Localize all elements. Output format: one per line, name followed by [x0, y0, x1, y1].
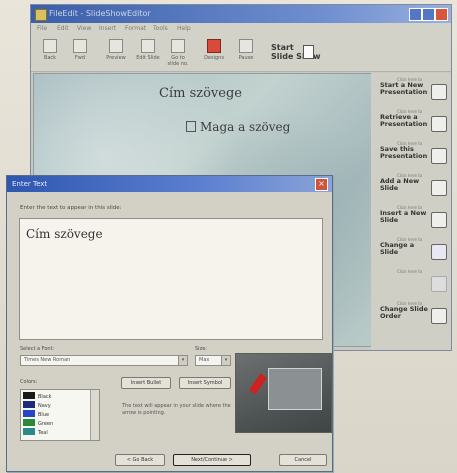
new-presentation-button[interactable]: Click here to Start a New Presentation: [375, 77, 449, 107]
chevron-down-icon: ▾: [178, 356, 187, 365]
font-select[interactable]: Times New Roman ▾: [20, 355, 188, 366]
edit-slide-icon: [141, 39, 155, 53]
designs-icon: [207, 39, 221, 53]
save-presentation-button[interactable]: Click here to Save this Presentation: [375, 141, 449, 171]
forward-arrow-icon: [73, 39, 87, 53]
retrieve-presentation-button[interactable]: Click here to Retrieve a Presentation: [375, 109, 449, 139]
preview-slide: [268, 368, 322, 410]
bullet-icon: [186, 121, 196, 132]
minimize-button[interactable]: [409, 8, 422, 21]
color-swatch: [23, 428, 35, 435]
disabled-action-icon: [431, 276, 447, 292]
menu-edit[interactable]: Edit: [57, 25, 69, 32]
colors-list[interactable]: Black Navy Blue Green Teal: [20, 389, 100, 441]
dialog-instruction: Enter the text to appear in this slide:: [20, 205, 122, 211]
close-button[interactable]: [435, 8, 448, 21]
size-select-value: Max: [199, 357, 210, 363]
pointer-arrow-icon: [248, 373, 268, 395]
dialog-title: Enter Text: [12, 180, 48, 188]
slide-order-icon: [431, 308, 447, 324]
main-titlebar: FileEdit - SlideShowEditor: [31, 5, 451, 23]
menu-file[interactable]: File: [37, 25, 47, 32]
goto-slide-icon: [171, 39, 185, 53]
edit-slide-button[interactable]: Edit Slide: [135, 39, 161, 61]
next-continue-button[interactable]: Next/Continue >: [173, 454, 251, 466]
slide-text-input[interactable]: Cím szövege: [19, 218, 323, 340]
app-icon: [35, 9, 47, 21]
menu-view[interactable]: View: [77, 25, 91, 32]
color-swatch: [23, 410, 35, 417]
menu-insert[interactable]: Insert: [99, 25, 116, 32]
menu-format[interactable]: Format: [125, 25, 146, 32]
menu-help[interactable]: Help: [177, 25, 191, 32]
color-swatch: [23, 419, 35, 426]
dialog-help-text: The text will appear in your slide where…: [122, 403, 231, 416]
maximize-button[interactable]: [422, 8, 435, 21]
color-swatch: [23, 401, 35, 408]
action-panel: Click here to Start a New Presentation C…: [371, 73, 451, 350]
toolbar: Back Fwd Preview Edit Slide Go to slide …: [31, 35, 451, 72]
enter-text-dialog: Enter Text × Enter the text to appear in…: [6, 175, 333, 472]
insert-bullet-button[interactable]: Insert Bullet: [121, 377, 171, 389]
dialog-close-button[interactable]: ×: [315, 178, 328, 191]
cancel-button[interactable]: Cancel: [279, 454, 327, 466]
back-button[interactable]: Back: [37, 39, 63, 61]
forward-button[interactable]: Fwd: [67, 39, 93, 61]
font-label: Select a Font:: [20, 346, 55, 352]
dialog-titlebar: Enter Text ×: [7, 176, 332, 192]
slide-title[interactable]: Cím szövege: [159, 86, 242, 101]
colors-scrollbar[interactable]: [90, 390, 99, 440]
dialog-buttons: < Go Back Next/Continue > Cancel: [7, 454, 332, 468]
change-slide-button[interactable]: Click here to Change a Slide: [375, 237, 449, 267]
color-swatch: [23, 392, 35, 399]
change-slide-icon: [431, 244, 447, 260]
goto-slide-button[interactable]: Go to slide no.: [165, 39, 191, 67]
insert-symbol-button[interactable]: Insert Symbol: [179, 377, 231, 389]
color-option[interactable]: Teal: [23, 428, 89, 437]
chevron-down-icon: ▾: [221, 356, 230, 365]
slide-show-icon: [303, 45, 314, 59]
insert-slide-icon: [431, 212, 447, 228]
go-back-button[interactable]: < Go Back: [115, 454, 165, 466]
slide-body-text: Maga a szöveg: [200, 120, 291, 134]
save-icon: [431, 148, 447, 164]
new-presentation-icon: [431, 84, 447, 100]
menu-bar: File Edit View Insert Format Tools Help: [31, 23, 451, 35]
colors-label: Colors:: [20, 379, 38, 385]
menu-tools[interactable]: Tools: [153, 25, 168, 32]
preview-button[interactable]: Preview: [103, 39, 129, 61]
insert-slide-button[interactable]: Click here to Insert a New Slide: [375, 205, 449, 235]
color-option[interactable]: Navy: [23, 401, 89, 410]
disabled-action-button[interactable]: Click here to: [375, 269, 449, 299]
add-slide-button[interactable]: Click here to Add a New Slide: [375, 173, 449, 203]
back-arrow-icon: [43, 39, 57, 53]
add-slide-icon: [431, 180, 447, 196]
font-select-value: Times New Roman: [24, 357, 71, 363]
color-option[interactable]: Green: [23, 419, 89, 428]
slide-body[interactable]: Maga a szöveg: [186, 120, 290, 134]
designs-button[interactable]: Designs: [201, 39, 227, 61]
slide-text-value: Cím szövege: [26, 227, 103, 241]
main-window-title: FileEdit - SlideShowEditor: [49, 9, 151, 18]
change-slide-order-button[interactable]: Click here to Change Slide Order: [375, 301, 449, 331]
preview-image: [235, 353, 332, 433]
color-option[interactable]: Black: [23, 392, 89, 401]
preview-icon: [109, 39, 123, 53]
pause-button[interactable]: Pause: [233, 39, 259, 61]
pause-icon: [239, 39, 253, 53]
size-label: Size:: [195, 346, 207, 352]
retrieve-icon: [431, 116, 447, 132]
size-select[interactable]: Max ▾: [195, 355, 231, 366]
color-option[interactable]: Blue: [23, 410, 89, 419]
